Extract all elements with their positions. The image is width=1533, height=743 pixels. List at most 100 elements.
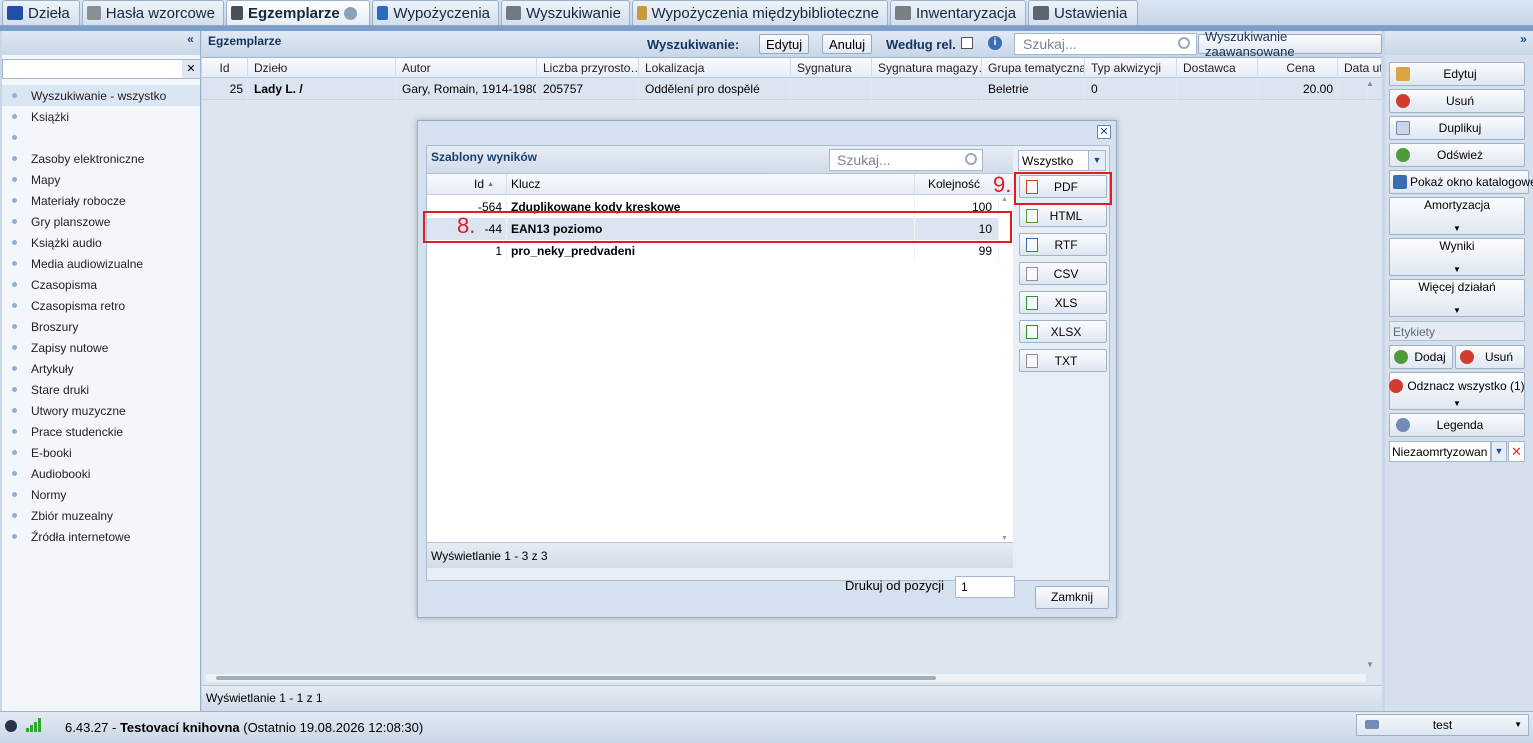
- chevron-down-icon[interactable]: ▼: [1491, 441, 1507, 462]
- tab-inwentaryzacja[interactable]: Inwentaryzacja: [890, 0, 1026, 25]
- remove-label-button[interactable]: Usuń: [1455, 345, 1525, 369]
- tab-wyszukiwanie[interactable]: Wyszukiwanie: [501, 0, 630, 25]
- help-icon[interactable]: [343, 6, 357, 20]
- col-kolejnosc[interactable]: Kolejność: [915, 174, 999, 195]
- search-icon[interactable]: [965, 153, 977, 165]
- col-id[interactable]: Id: [202, 58, 248, 78]
- scroll-down-icon[interactable]: ▼: [1366, 660, 1374, 669]
- show-catalog-window-button[interactable]: Pokaż okno katalogowe: [1389, 170, 1533, 194]
- clear-filter-icon[interactable]: ✕: [1508, 441, 1525, 462]
- sidebar-category-item[interactable]: Broszury: [2, 316, 200, 337]
- results-menu-button[interactable]: Wyniki ▼: [1389, 238, 1525, 276]
- grid-horizontal-scrollbar[interactable]: [206, 674, 1366, 682]
- export-html-button[interactable]: HTML: [1019, 204, 1107, 227]
- sidebar-category-item[interactable]: Materiały robocze: [2, 190, 200, 211]
- scroll-thumb[interactable]: [216, 676, 936, 680]
- info-icon[interactable]: i: [988, 36, 1002, 50]
- chevron-down-icon[interactable]: ▼: [1088, 151, 1105, 170]
- bullet-icon: [12, 387, 17, 392]
- tab-wypozyczenia-miedzybiblioteczne[interactable]: Wypożyczenia międzybiblioteczne: [632, 0, 888, 25]
- user-menu-button[interactable]: test ▼: [1356, 714, 1529, 736]
- col-typ-akwizycji[interactable]: Typ akwizycji: [1085, 58, 1177, 78]
- sidebar-category-item[interactable]: Audiobooki: [2, 463, 200, 484]
- amortization-menu-button[interactable]: Amortyzacja ▼: [1389, 197, 1525, 235]
- legend-button[interactable]: Legenda: [1389, 413, 1525, 437]
- col-cena[interactable]: Cena: [1258, 58, 1338, 78]
- col-id[interactable]: Id ▲: [427, 174, 507, 195]
- col-sygnatura[interactable]: Sygnatura: [791, 58, 872, 78]
- edit-button[interactable]: Edytuj: [1389, 62, 1525, 86]
- sidebar-category-item[interactable]: Zasoby elektroniczne: [2, 148, 200, 169]
- export-xls-button[interactable]: XLS: [1019, 291, 1107, 314]
- print-from-input[interactable]: 1: [955, 576, 1015, 598]
- table-row[interactable]: 25 Lady L. / Gary, Romain, 1914-1980 205…: [202, 78, 1382, 100]
- amortization-filter-select[interactable]: Niezaomrtyzowan: [1389, 441, 1491, 462]
- sidebar-category-item[interactable]: Wyszukiwanie - wszystko: [2, 85, 200, 106]
- template-filter-select[interactable]: Wszystko ▼: [1018, 150, 1106, 171]
- export-xlsx-button[interactable]: XLSX: [1019, 320, 1107, 343]
- sidebar-category-item[interactable]: Zapisy nutowe: [2, 337, 200, 358]
- col-dzielo[interactable]: Dzieło: [248, 58, 396, 78]
- col-sygnatura-magazynowa[interactable]: Sygnatura magazy…: [872, 58, 982, 78]
- col-klucz[interactable]: Klucz: [507, 174, 915, 195]
- info-icon[interactable]: [5, 720, 17, 732]
- templates-search-input[interactable]: Szukaj...: [829, 149, 983, 171]
- sidebar-category-item[interactable]: Książki: [2, 106, 200, 127]
- col-lokalizacja[interactable]: Lokalizacja: [639, 58, 791, 78]
- refresh-button[interactable]: Odśwież: [1389, 143, 1525, 167]
- col-data[interactable]: Data utv: [1338, 58, 1382, 78]
- col-autor[interactable]: Autor: [396, 58, 537, 78]
- scroll-down-icon[interactable]: ▼: [1001, 535, 1008, 542]
- edit-search-button[interactable]: Edytuj: [759, 34, 810, 54]
- close-icon[interactable]: ✕: [1097, 125, 1111, 139]
- grid-vertical-scrollbar[interactable]: ▲ ▼: [1366, 79, 1374, 669]
- export-rtf-button[interactable]: RTF: [1019, 233, 1107, 256]
- more-actions-menu-button[interactable]: Więcej działań ▼: [1389, 279, 1525, 317]
- sidebar-category-item[interactable]: Media audiowizualne: [2, 253, 200, 274]
- sidebar-category-item[interactable]: Mapy: [2, 169, 200, 190]
- col-dostawca[interactable]: Dostawca: [1177, 58, 1258, 78]
- table-row[interactable]: 1 pro_neky_predvadeni 99: [427, 240, 999, 262]
- grid-search-input[interactable]: Szukaj...: [1014, 33, 1197, 55]
- sidebar-category-item[interactable]: [2, 127, 200, 148]
- templates-vertical-scrollbar[interactable]: ▲ ▼: [1001, 196, 1010, 542]
- unmark-all-button[interactable]: Odznacz wszystko (1) ▼: [1389, 372, 1525, 410]
- sidebar-category-item[interactable]: Artykuły: [2, 358, 200, 379]
- sidebar-category-item[interactable]: Normy: [2, 484, 200, 505]
- search-icon[interactable]: [1178, 37, 1190, 49]
- tab-ustawienia[interactable]: Ustawienia: [1028, 0, 1138, 25]
- close-button[interactable]: Zamknij: [1035, 586, 1109, 609]
- sidebar-category-item[interactable]: Gry planszowe: [2, 211, 200, 232]
- cell-dostawca: [1177, 78, 1258, 100]
- scroll-up-icon[interactable]: ▲: [1366, 79, 1374, 88]
- export-csv-button[interactable]: CSV: [1019, 262, 1107, 285]
- col-liczba[interactable]: Liczba przyrosto…: [537, 58, 639, 78]
- sidebar-category-item[interactable]: Utwory muzyczne: [2, 400, 200, 421]
- remove-icon: [1460, 350, 1474, 364]
- sidebar-category-item[interactable]: Czasopisma: [2, 274, 200, 295]
- tab-egzemplarze[interactable]: Egzemplarze: [226, 0, 370, 25]
- sidebar-category-item[interactable]: E-booki: [2, 442, 200, 463]
- delete-button[interactable]: Usuń: [1389, 89, 1525, 113]
- sidebar-category-item[interactable]: Stare druki: [2, 379, 200, 400]
- sidebar-category-item[interactable]: Książki audio: [2, 232, 200, 253]
- sidebar-category-item[interactable]: Źródła internetowe: [2, 526, 200, 547]
- category-filter-input[interactable]: ✕: [2, 59, 201, 79]
- sidebar-category-item[interactable]: Prace studenckie: [2, 421, 200, 442]
- collapse-left-icon[interactable]: «: [183, 33, 198, 48]
- export-txt-button[interactable]: TXT: [1019, 349, 1107, 372]
- clear-filter-icon[interactable]: ✕: [182, 60, 200, 78]
- tab-wypozyczenia[interactable]: Wypożyczenia: [372, 0, 499, 25]
- collapse-right-icon[interactable]: »: [1516, 33, 1531, 48]
- add-label-button[interactable]: Dodaj: [1389, 345, 1453, 369]
- sidebar-category-item[interactable]: Zbiór muzealny: [2, 505, 200, 526]
- sidebar-category-item[interactable]: Czasopisma retro: [2, 295, 200, 316]
- tab-dziela[interactable]: Dzieła: [2, 0, 80, 25]
- cancel-search-button[interactable]: Anuluj: [822, 34, 873, 54]
- advanced-search-button[interactable]: Wyszukiwanie zaawansowane: [1198, 29, 1382, 59]
- relevance-checkbox[interactable]: [961, 37, 973, 49]
- col-grupa[interactable]: Grupa tematyczna: [982, 58, 1085, 78]
- tab-hasla-wzorcowe[interactable]: Hasła wzorcowe: [82, 0, 224, 25]
- chevron-down-icon: ▼: [1453, 265, 1461, 274]
- duplicate-button[interactable]: Duplikuj: [1389, 116, 1525, 140]
